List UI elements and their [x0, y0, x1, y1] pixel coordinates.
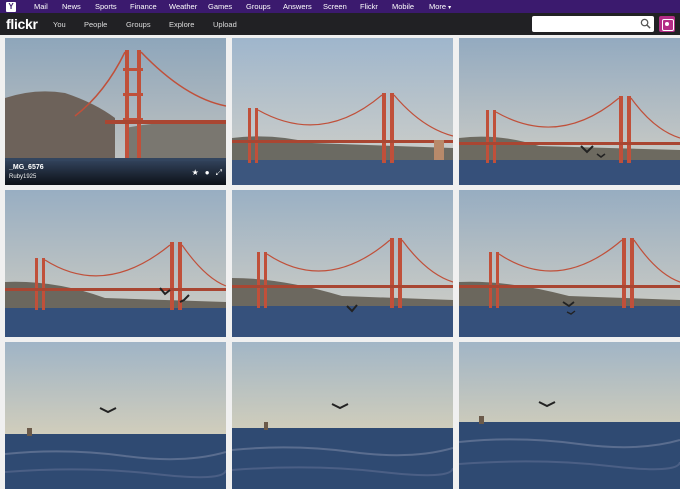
- yahoo-link-screen[interactable]: Screen: [323, 2, 347, 11]
- yahoo-link-groups[interactable]: Groups: [246, 2, 271, 11]
- search-input[interactable]: [532, 16, 654, 32]
- photo-actions: ★ ● ⤢: [192, 169, 222, 177]
- yahoo-link-flickr[interactable]: Flickr: [360, 2, 378, 11]
- search-icon[interactable]: [640, 18, 651, 29]
- photo-tile[interactable]: [232, 38, 453, 185]
- yahoo-logo-icon[interactable]: Y: [6, 1, 16, 12]
- photo-tile[interactable]: [5, 190, 226, 337]
- photo-tile[interactable]: [459, 38, 680, 185]
- chevron-down-icon: ▾: [448, 5, 452, 11]
- nav-upload[interactable]: Upload: [213, 20, 237, 29]
- photo-image: [232, 342, 453, 489]
- photo-image: [232, 190, 453, 337]
- yahoo-link-finance[interactable]: Finance: [130, 2, 157, 11]
- flickr-nav-bar: flickr You People Groups Explore Upload: [0, 13, 680, 35]
- yahoo-more-menu[interactable]: More ▾: [429, 2, 451, 11]
- photo-owner[interactable]: Ruby1925: [9, 174, 36, 180]
- nav-people[interactable]: People: [84, 20, 107, 29]
- flickr-logo[interactable]: flickr: [6, 16, 52, 32]
- photo-image: [5, 342, 226, 489]
- avatar[interactable]: [659, 16, 675, 32]
- photo-image: [459, 38, 680, 185]
- yahoo-more-label: More: [429, 2, 447, 11]
- yahoo-link-sports[interactable]: Sports: [95, 2, 117, 11]
- yahoo-link-mail[interactable]: Mail: [34, 2, 48, 11]
- photo-tile[interactable]: [459, 190, 680, 337]
- photo-image: [232, 38, 453, 185]
- nav-groups[interactable]: Groups: [126, 20, 151, 29]
- photo-title[interactable]: _MG_6576: [9, 164, 44, 171]
- photo-image: [459, 342, 680, 489]
- expand-icon[interactable]: ⤢: [216, 169, 222, 177]
- yahoo-link-games[interactable]: Games: [208, 2, 232, 11]
- photo-image: [459, 190, 680, 337]
- yahoo-top-bar: Y Mail News Sports Finance Weather Games…: [0, 0, 680, 13]
- photo-tile[interactable]: [5, 342, 226, 489]
- yahoo-link-weather[interactable]: Weather: [169, 2, 197, 11]
- photo-image: [5, 190, 226, 337]
- photo-tile[interactable]: [232, 190, 453, 337]
- yahoo-link-news[interactable]: News: [62, 2, 81, 11]
- photo-tile[interactable]: [232, 342, 453, 489]
- photo-tile[interactable]: [459, 342, 680, 489]
- photo-grid: _MG_6576 Ruby1925 ★ ● ⤢: [0, 35, 680, 489]
- yahoo-link-answers[interactable]: Answers: [283, 2, 312, 11]
- nav-explore[interactable]: Explore: [169, 20, 194, 29]
- photo-hover-overlay: _MG_6576 Ruby1925 ★ ● ⤢: [5, 161, 226, 185]
- nav-you[interactable]: You: [53, 20, 66, 29]
- comment-icon[interactable]: ●: [205, 169, 210, 177]
- yahoo-link-mobile[interactable]: Mobile: [392, 2, 414, 11]
- star-icon[interactable]: ★: [192, 169, 199, 177]
- photo-tile[interactable]: _MG_6576 Ruby1925 ★ ● ⤢: [5, 38, 226, 185]
